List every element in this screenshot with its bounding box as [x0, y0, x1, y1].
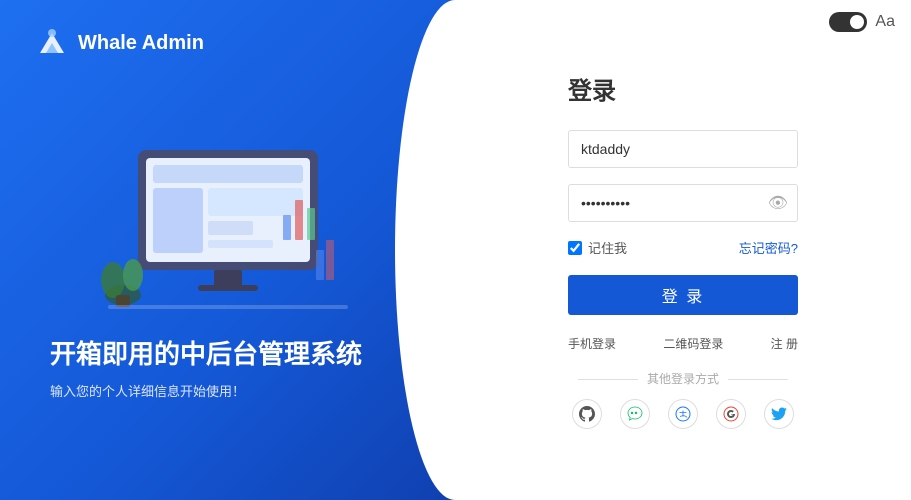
left-panel: Whale Admin [0, 0, 455, 500]
qr-login-link[interactable]: 二维码登录 [663, 331, 723, 356]
remember-me-label[interactable]: 记住我 [568, 238, 627, 257]
language-icon[interactable]: Aа [875, 13, 895, 31]
alipay-icon[interactable] [668, 399, 698, 429]
logo: Whale Admin [36, 27, 204, 59]
alt-login-options: 手机登录 二维码登录 注 册 [568, 331, 798, 356]
tagline: 开箱即用的中后台管理系统 [50, 334, 362, 371]
logo-icon [36, 27, 68, 59]
wechat-icon[interactable] [620, 399, 650, 429]
logo-text: Whale Admin [78, 32, 204, 55]
twitter-icon[interactable] [764, 399, 794, 429]
remember-label-text: 记住我 [588, 238, 627, 257]
social-icons [568, 399, 798, 429]
form-options: 记住我 忘记密码? [568, 238, 798, 257]
github-icon[interactable] [572, 399, 602, 429]
theme-toggle[interactable] [829, 12, 867, 32]
phone-login-link[interactable]: 手机登录 [568, 331, 616, 356]
top-controls: Aа [829, 12, 895, 32]
login-button[interactable]: 登 录 [568, 275, 798, 315]
toggle-password-icon[interactable]: 👁 [768, 193, 788, 213]
google-icon[interactable] [716, 399, 746, 429]
forgot-password-link[interactable]: 忘记密码? [739, 238, 798, 257]
remember-checkbox[interactable] [568, 241, 582, 255]
login-form: 登录 👁 记住我 忘记密码? 登 录 手机登录 二维码登录 注 册 其他登录方式 [568, 71, 798, 429]
form-title: 登录 [568, 71, 798, 106]
username-input[interactable] [568, 130, 798, 168]
username-wrapper [568, 130, 798, 168]
illustration [88, 120, 368, 325]
register-link[interactable]: 注 册 [771, 331, 798, 356]
password-wrapper: 👁 [568, 184, 798, 222]
bottom-text: 开箱即用的中后台管理系统 输入您的个人详细信息开始使用！ [50, 334, 362, 400]
tagline-sub: 输入您的个人详细信息开始使用！ [50, 381, 362, 400]
right-panel: 登录 👁 记住我 忘记密码? 登 录 手机登录 二维码登录 注 册 其他登录方式 [455, 0, 911, 500]
other-login-divider: 其他登录方式 [568, 370, 798, 387]
password-input[interactable] [568, 184, 798, 222]
